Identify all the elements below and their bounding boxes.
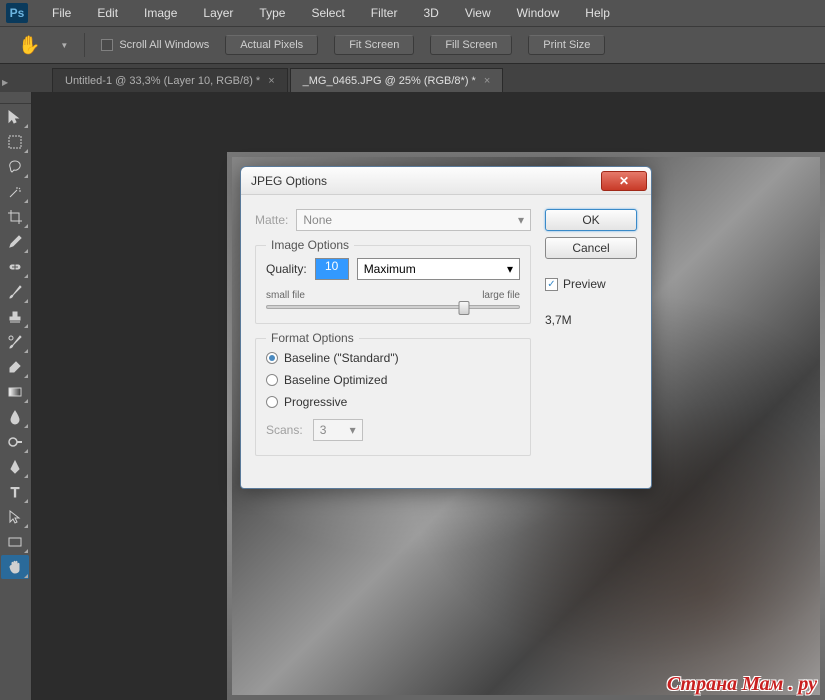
chevron-down-icon: ▾: [507, 262, 513, 276]
menu-edit[interactable]: Edit: [85, 2, 130, 24]
preview-checkbox[interactable]: ✓ Preview: [545, 277, 637, 291]
menu-select[interactable]: Select: [299, 2, 356, 24]
checkbox-icon: ✓: [545, 278, 558, 291]
quality-level-select[interactable]: Maximum ▾: [357, 258, 520, 280]
jpeg-options-dialog: JPEG Options ✕ Matte: None ▾ Image Optio…: [240, 166, 652, 489]
quality-label: Quality:: [266, 262, 307, 276]
checkbox-icon: [101, 39, 113, 51]
scans-select: 3 ▾: [313, 419, 363, 441]
cancel-button[interactable]: Cancel: [545, 237, 637, 259]
close-icon[interactable]: ×: [484, 75, 490, 87]
divider: [84, 33, 85, 57]
small-file-label: small file: [266, 290, 305, 301]
ok-button[interactable]: OK: [545, 209, 637, 231]
fill-screen-button[interactable]: Fill Screen: [430, 35, 512, 55]
baseline-optimized-radio[interactable]: Baseline Optimized: [266, 373, 520, 387]
quality-input[interactable]: 10: [315, 258, 349, 280]
menubar: Ps File Edit Image Layer Type Select Fil…: [0, 0, 825, 26]
matte-select: None ▾: [296, 209, 531, 231]
marquee-tool[interactable]: [1, 130, 29, 154]
close-icon[interactable]: ×: [268, 75, 274, 87]
scroll-all-windows-checkbox[interactable]: Scroll All Windows: [101, 39, 209, 51]
eraser-tool[interactable]: [1, 355, 29, 379]
dialog-title: JPEG Options: [251, 174, 601, 188]
lasso-tool[interactable]: [1, 155, 29, 179]
dialog-titlebar[interactable]: JPEG Options ✕: [241, 167, 651, 195]
optionsbar: ✋ ▼ Scroll All Windows Actual Pixels Fit…: [0, 26, 825, 64]
menu-image[interactable]: Image: [132, 2, 189, 24]
toolbox: T: [0, 92, 32, 700]
watermark: Страна Мам . ру: [667, 673, 817, 696]
hand-tool[interactable]: [1, 555, 29, 579]
scroll-all-label: Scroll All Windows: [119, 39, 209, 51]
menu-view[interactable]: View: [453, 2, 503, 24]
slider-thumb[interactable]: [458, 301, 469, 315]
fieldset-legend: Image Options: [266, 238, 354, 252]
radio-icon: [266, 374, 278, 386]
baseline-standard-radio[interactable]: Baseline ("Standard"): [266, 351, 520, 365]
radio-icon: [266, 352, 278, 364]
menu-type[interactable]: Type: [247, 2, 297, 24]
print-size-button[interactable]: Print Size: [528, 35, 605, 55]
hand-tool-icon[interactable]: ✋: [18, 35, 40, 56]
menu-3d[interactable]: 3D: [411, 2, 450, 24]
brush-tool[interactable]: [1, 280, 29, 304]
quality-level: Maximum: [364, 262, 416, 276]
document-tab[interactable]: Untitled-1 @ 33,3% (Layer 10, RGB/8) * ×: [52, 68, 288, 92]
close-button[interactable]: ✕: [601, 171, 647, 191]
tool-preset-dropdown[interactable]: ▼: [60, 41, 68, 50]
radio-label: Baseline Optimized: [284, 373, 387, 387]
tab-label: _MG_0465.JPG @ 25% (RGB/8*) *: [303, 75, 476, 87]
radio-label: Progressive: [284, 395, 347, 409]
scans-value: 3: [320, 423, 327, 437]
scans-label: Scans:: [266, 423, 303, 437]
app-logo: Ps: [6, 3, 28, 23]
preview-label: Preview: [563, 277, 606, 291]
actual-pixels-button[interactable]: Actual Pixels: [225, 35, 318, 55]
menu-layer[interactable]: Layer: [191, 2, 245, 24]
move-tool[interactable]: [1, 105, 29, 129]
eyedropper-tool[interactable]: [1, 230, 29, 254]
chevron-down-icon: ▾: [518, 213, 524, 227]
large-file-label: large file: [482, 290, 520, 301]
radio-icon: [266, 396, 278, 408]
radio-label: Baseline ("Standard"): [284, 351, 399, 365]
format-options-fieldset: Format Options Baseline ("Standard") Bas…: [255, 338, 531, 456]
toolbox-grip[interactable]: [0, 92, 31, 104]
quality-slider[interactable]: [266, 305, 520, 309]
blur-tool[interactable]: [1, 405, 29, 429]
pen-tool[interactable]: [1, 455, 29, 479]
filesize-label: 3,7M: [545, 313, 637, 327]
menu-help[interactable]: Help: [573, 2, 622, 24]
tab-label: Untitled-1 @ 33,3% (Layer 10, RGB/8) *: [65, 75, 260, 87]
gradient-tool[interactable]: [1, 380, 29, 404]
healing-brush-tool[interactable]: [1, 255, 29, 279]
image-options-fieldset: Image Options Quality: 10 Maximum ▾ smal…: [255, 245, 531, 324]
crop-tool[interactable]: [1, 205, 29, 229]
stamp-tool[interactable]: [1, 305, 29, 329]
matte-value: None: [303, 213, 332, 227]
chevron-down-icon: ▾: [350, 423, 356, 437]
magic-wand-tool[interactable]: [1, 180, 29, 204]
menu-filter[interactable]: Filter: [359, 2, 410, 24]
fieldset-legend: Format Options: [266, 331, 359, 345]
dodge-tool[interactable]: [1, 430, 29, 454]
menu-window[interactable]: Window: [505, 2, 572, 24]
matte-label: Matte:: [255, 213, 288, 227]
fit-screen-button[interactable]: Fit Screen: [334, 35, 414, 55]
history-brush-tool[interactable]: [1, 330, 29, 354]
type-tool[interactable]: T: [1, 480, 29, 504]
rectangle-tool[interactable]: [1, 530, 29, 554]
document-tab[interactable]: _MG_0465.JPG @ 25% (RGB/8*) * ×: [290, 68, 504, 92]
progressive-radio[interactable]: Progressive: [266, 395, 520, 409]
document-tabs: Untitled-1 @ 33,3% (Layer 10, RGB/8) * ×…: [0, 64, 825, 92]
menu-file[interactable]: File: [40, 2, 83, 24]
expand-triangle-icon[interactable]: ▶: [2, 78, 8, 87]
svg-text:T: T: [11, 484, 20, 500]
path-select-tool[interactable]: [1, 505, 29, 529]
